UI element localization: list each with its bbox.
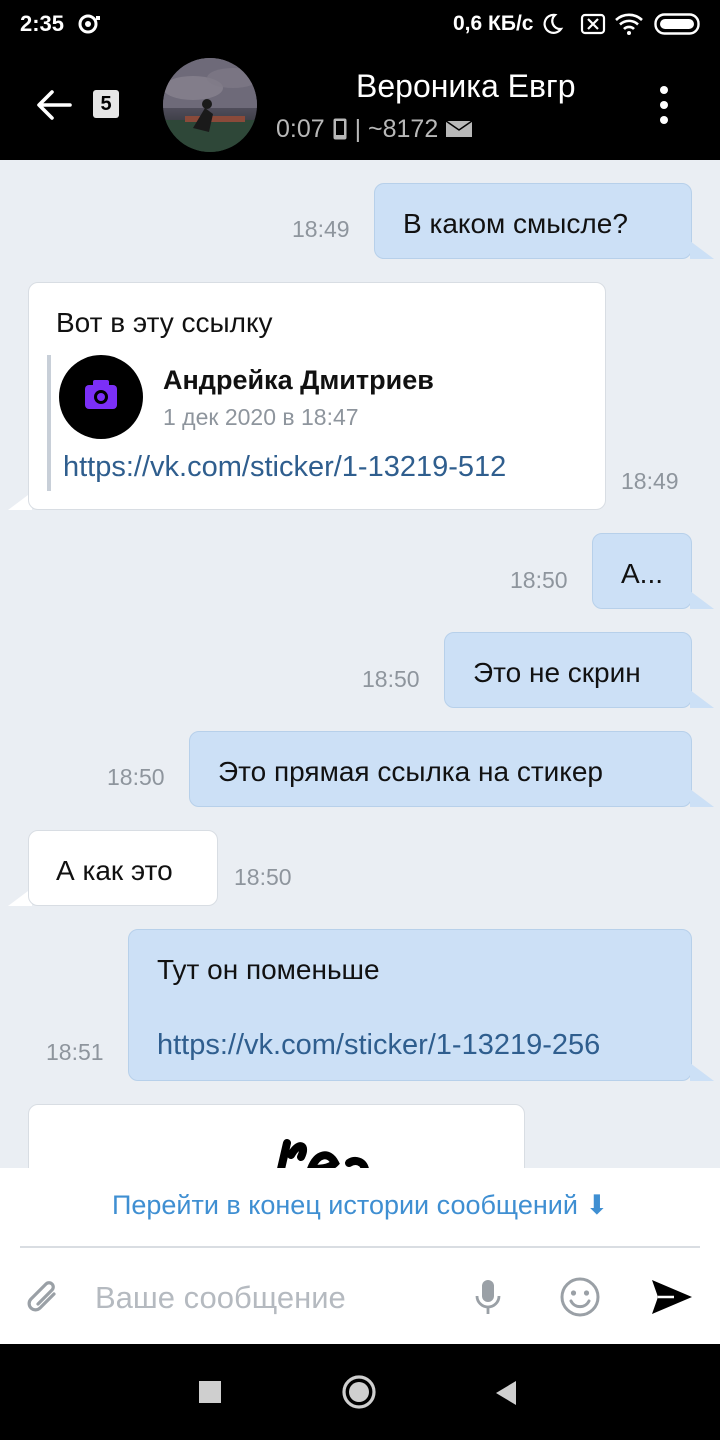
message-text: Вот в эту ссылку [56, 307, 273, 338]
message-bubble-outgoing[interactable]: В каком смысле? [374, 183, 692, 259]
message-text: А как это [56, 855, 173, 886]
message-bubble-outgoing[interactable]: Это прямая ссылка на стикер [189, 731, 692, 807]
message-text: Это не скрин [473, 657, 641, 688]
repost-bar [47, 355, 51, 491]
status-time: 2:35 [20, 11, 65, 36]
message-text: Тут он поменьше [157, 954, 380, 985]
message-bubble-incoming[interactable]: А как это [28, 830, 218, 906]
sticker-image [277, 1139, 369, 1168]
status-bar: 2:35 0,6 КБ/с [0, 0, 720, 50]
repost-date: 1 дек 2020 в 18:47 [163, 404, 359, 430]
send-icon[interactable] [650, 1278, 694, 1316]
home-icon[interactable] [341, 1374, 377, 1410]
avatar[interactable] [163, 58, 257, 152]
last-seen-time: 0:07 [276, 114, 325, 143]
message-bubble-outgoing[interactable]: А... [592, 533, 692, 609]
camera-icon [85, 380, 117, 409]
message-time: 18:49 [621, 468, 679, 494]
bubble-tail [690, 1063, 714, 1081]
recents-icon[interactable] [199, 1381, 221, 1403]
message-bubble-outgoing[interactable]: Это не скрин [444, 632, 692, 708]
message-bubble-outgoing[interactable]: Тут он поменьше https://vk.com/sticker/1… [128, 929, 692, 1081]
phone-icon [333, 118, 347, 140]
repost-link[interactable]: https://vk.com/sticker/1-13219-512 [63, 451, 506, 484]
network-speed: 0,6 КБ/с [453, 12, 534, 35]
emoji-icon[interactable] [559, 1276, 601, 1318]
chat-header: 5 Вероника Евгр 0:07 | ~8172 [0, 50, 720, 160]
more-vert-icon[interactable] [650, 80, 678, 130]
phone-suffix: | ~8172 [354, 114, 439, 143]
mail-icon [445, 120, 473, 138]
repost-author[interactable]: Андрейка Дмитриев [163, 365, 434, 396]
message-time: 18:50 [510, 567, 568, 593]
avatar-photo [163, 58, 257, 152]
moon-icon [543, 13, 564, 34]
message-list[interactable]: 18:49 В каком смысле? Вот в эту ссылку А… [0, 160, 720, 1168]
message-time: 18:49 [292, 216, 350, 242]
contact-name[interactable]: Вероника Евгр [356, 68, 606, 105]
message-link[interactable]: https://vk.com/sticker/1-13219-256 [157, 1029, 600, 1062]
bubble-tail [690, 789, 714, 807]
bubble-tail [690, 591, 714, 609]
message-bubble-incoming[interactable]: Вот в эту ссылку Андрейка Дмитриев 1 дек… [28, 282, 606, 510]
divider [20, 1246, 700, 1248]
notification-icon [78, 14, 100, 34]
message-time: 18:50 [362, 666, 420, 692]
back-arrow-icon[interactable] [32, 83, 76, 127]
system-nav-bar [0, 1344, 720, 1440]
sim-off-icon [580, 13, 606, 35]
message-text: А... [621, 558, 664, 589]
attach-icon[interactable] [24, 1276, 64, 1320]
message-time: 18:50 [107, 764, 165, 790]
message-input[interactable]: Ваше сообщение [95, 1280, 346, 1316]
wifi-icon [615, 13, 643, 35]
message-text: В каком смысле? [403, 208, 628, 239]
message-text: Это прямая ссылка на стикер [218, 756, 603, 787]
sticker-message-bubble[interactable] [28, 1104, 525, 1168]
jump-to-end-link[interactable]: Перейти в конец истории сообщений ⬇ [0, 1190, 720, 1221]
bubble-tail [690, 241, 714, 259]
bubble-tail [690, 690, 714, 708]
last-seen: 0:07 | ~8172 [276, 114, 473, 144]
repost-avatar[interactable] [59, 355, 143, 439]
unread-badge: 5 [93, 90, 119, 118]
back-nav-icon[interactable] [494, 1380, 518, 1406]
message-time: 18:50 [234, 864, 292, 890]
composer-panel: Перейти в конец истории сообщений ⬇ Ваше… [0, 1168, 720, 1344]
mic-icon[interactable] [474, 1278, 502, 1318]
message-time: 18:51 [46, 1039, 104, 1065]
battery-icon [654, 13, 700, 35]
